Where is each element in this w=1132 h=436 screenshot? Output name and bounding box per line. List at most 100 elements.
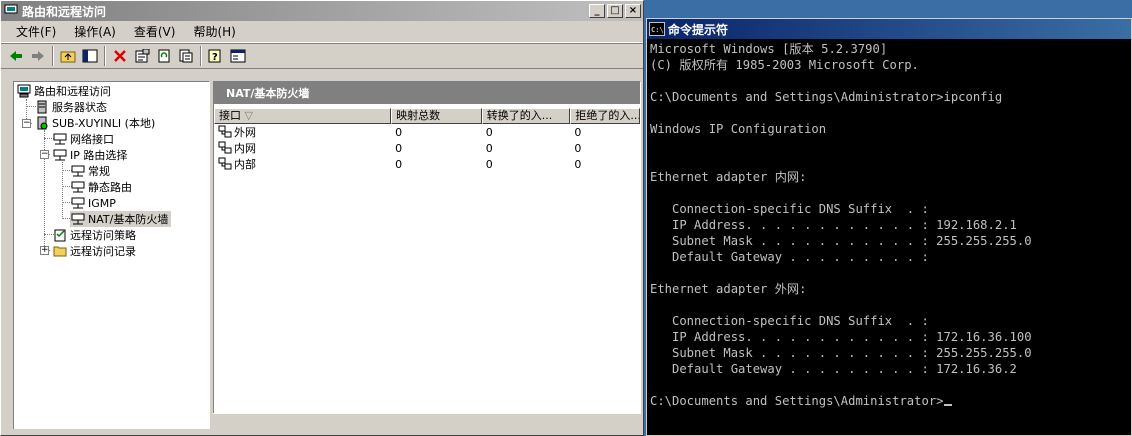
text-cursor (943, 404, 952, 406)
tree-item-ip-routing[interactable]: IP 路由选择 (52, 147, 127, 163)
console-line: Windows IP Configuration (650, 122, 827, 136)
tree-item-server-status[interactable]: 服务器状态 (34, 99, 107, 115)
menu-action[interactable]: 操作(A) (65, 23, 125, 40)
console-line: Subnet Mask . . . . . . . . . . . : 255.… (650, 346, 1032, 360)
cmd-titlebar[interactable]: C:\ 命令提示符 (647, 19, 1131, 39)
console-line: Microsoft Windows [版本 5.2.3790] (650, 42, 888, 56)
interface-icon (218, 125, 234, 139)
console-line: Ethernet adapter 内网: (650, 170, 807, 184)
console-output[interactable]: Microsoft Windows [版本 5.2.3790] (C) 版权所有 … (650, 41, 1131, 435)
rras-window: 路由和远程访问 _ □ × 文件(F) 操作(A) 查看(V) 帮助(H) ? (0, 0, 644, 436)
table-row[interactable]: 外网 0 0 0 (214, 124, 640, 140)
tree-item-logging[interactable]: 远程访问记录 (52, 243, 136, 259)
up-folder-icon[interactable] (57, 45, 79, 67)
column-interface[interactable]: 接口 ▽ (214, 108, 392, 124)
menubar: 文件(F) 操作(A) 查看(V) 帮助(H) (1, 21, 643, 43)
collapse-toggle[interactable]: − (40, 150, 49, 159)
expand-toggle[interactable]: + (40, 246, 49, 255)
cmd-title: 命令提示符 (668, 22, 729, 37)
tree-item-static-routes[interactable]: 静态路由 (70, 179, 132, 195)
forward-arrow-icon[interactable] (27, 45, 49, 67)
server-icon (34, 115, 50, 131)
row-name: 内网 (234, 142, 256, 155)
row-name: 外网 (234, 126, 256, 139)
toolbar: ? (1, 43, 643, 69)
console-line: IP Address. . . . . . . . . . . . : 172.… (650, 330, 1032, 344)
menu-view[interactable]: 查看(V) (125, 23, 185, 40)
status-bar (1, 429, 643, 435)
tree-label: 服务器状态 (52, 101, 107, 114)
computer-icon (16, 83, 32, 99)
show-action-pane-icon[interactable] (227, 45, 249, 67)
rras-titlebar[interactable]: 路由和远程访问 _ □ × (1, 1, 643, 21)
console-line: C:\Documents and Settings\Administrator> (650, 393, 1131, 409)
properties-icon[interactable] (131, 45, 153, 67)
tree-item-server[interactable]: SUB-XUYINLI (本地) (34, 115, 155, 131)
tree-item-nat[interactable]: NAT/基本防火墙 (70, 211, 172, 227)
tree-item-interfaces[interactable]: 网络接口 (52, 131, 114, 147)
row-rejected: 0 (574, 125, 582, 139)
tree-label: NAT/基本防火墙 (88, 213, 169, 226)
toolbar-separator (104, 46, 106, 66)
console-line: Default Gateway . . . . . . . . . : (650, 250, 929, 264)
tree-label: IP 路由选择 (70, 149, 128, 162)
console-line: Subnet Mask . . . . . . . . . . . : 255.… (650, 234, 1032, 248)
tree-label: 常规 (88, 165, 110, 178)
table-row[interactable]: 内网 0 0 0 (214, 140, 640, 156)
menu-help[interactable]: 帮助(H) (184, 23, 244, 40)
tree-item-policy[interactable]: 远程访问策略 (52, 227, 136, 243)
toolbar-separator (200, 46, 202, 66)
row-rejected: 0 (574, 141, 582, 155)
details-header: NAT/基本防火墙 (214, 82, 640, 104)
minimize-button[interactable]: _ (589, 4, 605, 18)
details-pane: NAT/基本防火墙 接口 ▽ 映射总数 转换了的入... 拒绝了的入... 外网… (213, 81, 641, 431)
tree-item-general[interactable]: 常规 (70, 163, 110, 179)
refresh-icon[interactable] (153, 45, 175, 67)
help-icon[interactable]: ? (205, 45, 227, 67)
table-row[interactable]: 内部 0 0 0 (214, 156, 640, 172)
tree-label: IGMP (88, 196, 116, 210)
collapse-toggle[interactable]: − (22, 119, 31, 128)
console-line: (C) 版权所有 1985-2003 Microsoft Corp. (650, 58, 919, 72)
console-line: Connection-specific DNS Suffix . : (650, 202, 929, 216)
export-list-icon[interactable] (175, 45, 197, 67)
delete-icon[interactable] (109, 45, 131, 67)
column-inbound[interactable]: 转换了的入... (481, 108, 571, 124)
column-rejected[interactable]: 拒绝了的入... (570, 108, 640, 124)
tree-item-igmp[interactable]: IGMP (70, 195, 116, 211)
console-line: C:\Documents and Settings\Administrator>… (650, 90, 1003, 104)
cmd-window: C:\ 命令提示符 Microsoft Windows [版本 5.2.3790… (646, 18, 1132, 436)
interface-icon (218, 141, 234, 155)
menu-file[interactable]: 文件(F) (7, 23, 65, 40)
toolbar-separator (52, 46, 54, 66)
back-arrow-icon[interactable] (5, 45, 27, 67)
routing-icon (52, 147, 68, 163)
general-icon (70, 163, 86, 179)
tree-label: 静态路由 (88, 181, 132, 194)
console-tree[interactable]: 路由和远程访问 服务器状态 − SUB-XUYINLI (本地) 网络接口 − … (13, 81, 210, 431)
console-line: Default Gateway . . . . . . . . . : 172.… (650, 362, 1017, 376)
close-button[interactable]: × (625, 4, 641, 18)
column-mappings[interactable]: 映射总数 (391, 108, 482, 124)
rras-title: 路由和远程访问 (22, 4, 107, 19)
row-inbound: 0 (485, 141, 493, 155)
row-inbound: 0 (485, 125, 493, 139)
horizontal-scrollbar[interactable] (213, 413, 641, 430)
policy-icon (52, 227, 68, 243)
igmp-icon (70, 195, 86, 211)
tree-item-root[interactable]: 路由和远程访问 (16, 83, 111, 99)
console-line: Ethernet adapter 外网: (650, 282, 807, 296)
tree-label: 网络接口 (70, 133, 114, 146)
network-interface-icon (52, 131, 68, 147)
show-tree-icon[interactable] (79, 45, 101, 67)
console-line: IP Address. . . . . . . . . . . . : 192.… (650, 218, 1017, 232)
maximize-button[interactable]: □ (607, 4, 623, 18)
row-mappings: 0 (395, 125, 403, 139)
svg-text:?: ? (212, 52, 218, 63)
